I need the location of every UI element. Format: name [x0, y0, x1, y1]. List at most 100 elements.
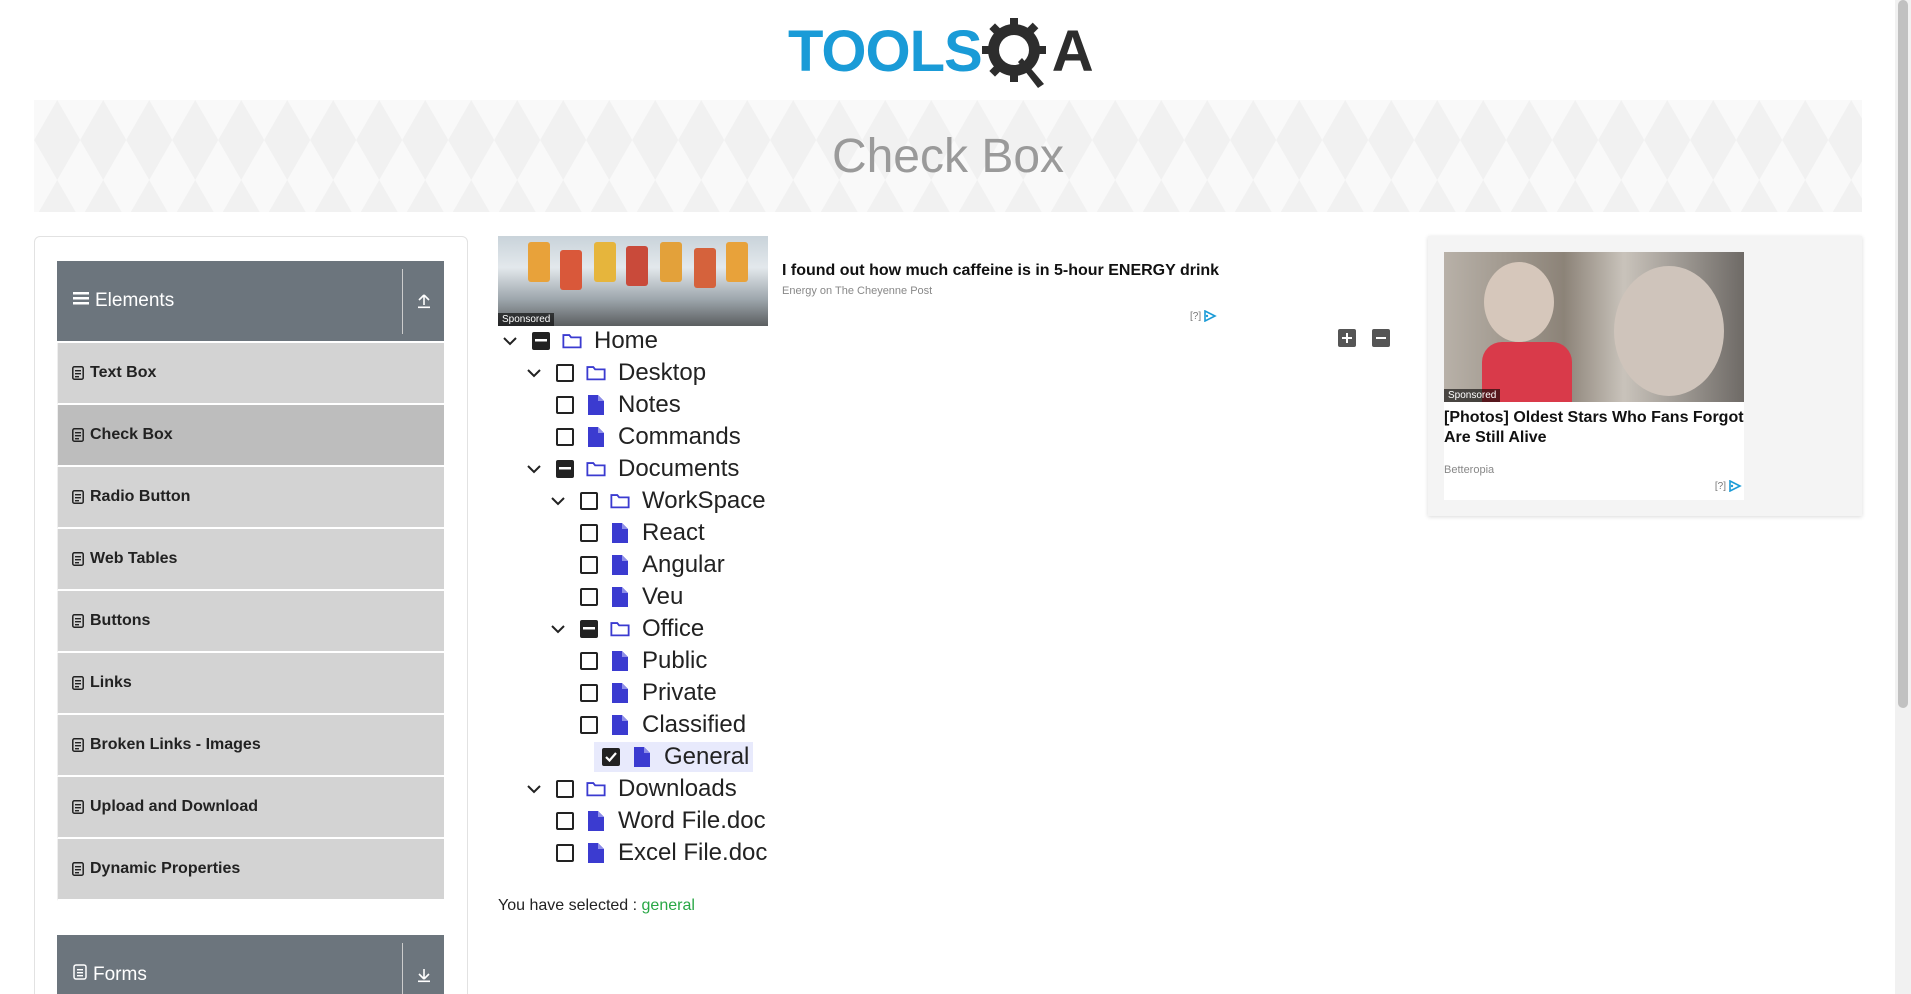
list-icon	[72, 366, 84, 380]
chevron-down-icon[interactable]	[546, 486, 570, 516]
chevron-down-icon[interactable]	[498, 326, 522, 356]
checkbox-classified[interactable]	[580, 716, 598, 734]
expand-forms-button[interactable]	[402, 942, 444, 994]
file-icon	[586, 427, 606, 447]
menu-item-radio-button[interactable]: Radio Button	[57, 467, 444, 529]
tree-node-documents[interactable]: Documents	[522, 454, 739, 484]
node-label: Commands	[618, 423, 741, 450]
tree-node-public[interactable]: Public	[570, 646, 707, 676]
checkbox-private[interactable]	[580, 684, 598, 702]
form-icon	[73, 964, 87, 986]
menu-item-broken-links[interactable]: Broken Links - Images	[57, 715, 444, 777]
toolsqa-logo[interactable]: TOOLS A	[788, 14, 1112, 90]
tree-node-react[interactable]: React	[570, 518, 705, 548]
menu-item-label: Upload and Download	[90, 798, 258, 815]
checkbox-desktop[interactable]	[556, 364, 574, 382]
checkbox-commands[interactable]	[556, 428, 574, 446]
ad-choices[interactable]: [?]	[1190, 310, 1217, 322]
checkbox-public[interactable]	[580, 652, 598, 670]
node-label: General	[664, 743, 750, 770]
tree-node-angular[interactable]: Angular	[570, 550, 725, 580]
checkbox-general[interactable]	[602, 748, 620, 766]
list-icon	[72, 676, 84, 690]
folder-icon	[586, 459, 606, 479]
tree-node-general[interactable]: General	[594, 742, 754, 772]
tree-node-workspace[interactable]: WorkSpace	[546, 486, 766, 516]
ad-title[interactable]: [Photos] Oldest Stars Who Fans Forgot Ar…	[1444, 408, 1744, 448]
download-arrow-icon	[417, 969, 430, 983]
menu-item-upload-download[interactable]: Upload and Download	[57, 777, 444, 839]
collapse-elements-button[interactable]	[402, 268, 444, 334]
tree-node-home[interactable]: Home	[498, 326, 658, 356]
forms-group-header[interactable]: Forms	[57, 935, 444, 994]
result-value: general	[641, 897, 695, 914]
menu-item-links[interactable]: Links	[57, 653, 444, 715]
collapse-all-button[interactable]	[1372, 329, 1390, 347]
ad-image[interactable]: Sponsored	[1444, 252, 1744, 402]
ad-title[interactable]: I found out how much caffeine is in 5-ho…	[782, 262, 1219, 280]
checkbox-office[interactable]	[580, 620, 598, 638]
checkbox-excel-file[interactable]	[556, 844, 574, 862]
checkbox-angular[interactable]	[580, 556, 598, 574]
tree-node-downloads[interactable]: Downloads	[522, 774, 737, 804]
file-icon	[586, 395, 606, 415]
checkbox-documents[interactable]	[556, 460, 574, 478]
ad-choices[interactable]: [?]	[1715, 480, 1742, 492]
chevron-down-icon[interactable]	[522, 358, 546, 388]
tree-node-classified[interactable]: Classified	[570, 710, 746, 740]
checkbox-word-file[interactable]	[556, 812, 574, 830]
ad-sidebar-right[interactable]: Sponsored [Photos] Oldest Stars Who Fans…	[1428, 236, 1862, 516]
checkbox-react[interactable]	[580, 524, 598, 542]
tree-node-private[interactable]: Private	[570, 678, 717, 708]
scrollbar-thumb[interactable]	[1898, 0, 1908, 708]
logo-qa-text: A	[1051, 19, 1094, 84]
node-label: Veu	[642, 583, 684, 610]
file-icon	[610, 523, 630, 543]
page-scrollbar[interactable]	[1895, 0, 1911, 994]
menu-item-label: Buttons	[90, 612, 151, 629]
menu-item-check-box[interactable]: Check Box	[57, 405, 444, 467]
checkbox-notes[interactable]	[556, 396, 574, 414]
checkbox-veu[interactable]	[580, 588, 598, 606]
file-icon	[632, 747, 652, 767]
menu-item-dynamic-properties[interactable]: Dynamic Properties	[57, 839, 444, 901]
tree-node-excel-file[interactable]: Excel File.doc	[546, 838, 767, 868]
node-label: Classified	[642, 711, 747, 738]
chevron-down-icon[interactable]	[546, 614, 570, 644]
tree-node-office[interactable]: Office	[546, 614, 704, 644]
node-label: WorkSpace	[642, 487, 766, 514]
menu-item-label: Check Box	[90, 426, 173, 443]
tree-node-notes[interactable]: Notes	[546, 390, 681, 420]
menu-item-buttons[interactable]: Buttons	[57, 591, 444, 653]
list-icon	[72, 738, 84, 752]
tree-node-desktop[interactable]: Desktop	[522, 358, 706, 388]
page-title: Check Box	[831, 129, 1065, 183]
menu-item-label: Links	[90, 674, 132, 691]
sponsored-label: Sponsored	[1444, 389, 1501, 402]
tree-node-commands[interactable]: Commands	[546, 422, 741, 452]
chevron-down-icon[interactable]	[522, 774, 546, 804]
sidebar: Elements Text Box Check Box Radio Button…	[34, 236, 468, 994]
checkbox-workspace[interactable]	[580, 492, 598, 510]
chevron-down-icon[interactable]	[522, 454, 546, 484]
expand-all-button[interactable]	[1338, 329, 1356, 347]
menu-item-label: Broken Links - Images	[90, 736, 261, 753]
hamburger-icon	[73, 290, 89, 312]
checkbox-downloads[interactable]	[556, 780, 574, 798]
list-icon	[72, 862, 84, 876]
ad-choice-label: [?]	[1714, 480, 1726, 492]
gear-q-icon	[981, 18, 1046, 88]
tree-node-word-file[interactable]: Word File.doc	[546, 806, 766, 836]
ad-choice-label: [?]	[1190, 310, 1202, 322]
page-banner: Check Box	[34, 100, 1862, 212]
list-icon	[72, 552, 84, 566]
menu-item-web-tables[interactable]: Web Tables	[57, 529, 444, 591]
minus-icon	[1376, 337, 1386, 339]
elements-group-header[interactable]: Elements	[57, 261, 444, 341]
tree-node-veu[interactable]: Veu	[570, 582, 683, 612]
result-prefix: You have selected :	[498, 897, 642, 914]
menu-item-text-box[interactable]: Text Box	[57, 343, 444, 405]
checkbox-home[interactable]	[532, 332, 550, 350]
ad-banner-top[interactable]: Sponsored I found out how much caffeine …	[498, 236, 1228, 326]
ad-image[interactable]: Sponsored	[498, 236, 768, 326]
